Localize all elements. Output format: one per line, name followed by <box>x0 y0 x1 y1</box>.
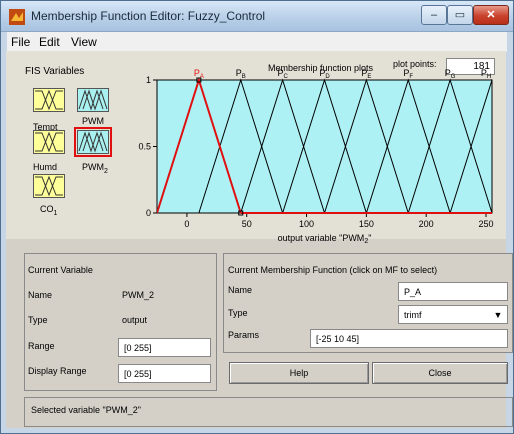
mf-label-PC: PC <box>277 68 288 80</box>
close-button[interactable]: Close <box>372 362 508 384</box>
mf-label-PG: PG <box>445 68 456 80</box>
y-tick-label: 0 <box>146 208 151 218</box>
mf-label-PB: PB <box>236 68 246 80</box>
var-name-label: Name <box>28 290 53 300</box>
mf-params-label: Params <box>228 330 260 340</box>
mf-name-label: Name <box>228 285 253 295</box>
mf-params-input[interactable]: [-25 10 45] <box>310 329 508 348</box>
y-tick-label: 0.5 <box>138 142 151 152</box>
x-tick-label: 0 <box>184 219 189 229</box>
y-tick-label: 1 <box>146 75 151 85</box>
x-tick-label: 50 <box>242 219 252 229</box>
x-tick-label: 150 <box>359 219 374 229</box>
var-range-label: Range <box>28 341 55 351</box>
plot-area <box>156 79 493 214</box>
membership-function-plot[interactable]: 0 0.5 1 0 50 100 150 200 250 output variable "PWM… <box>0 0 514 250</box>
mf-type-label: Type <box>228 308 248 318</box>
var-name-value: PWM_2 <box>122 290 155 300</box>
mf-name-input[interactable]: P_A <box>398 282 508 301</box>
current-variable-title: Current Variable <box>28 265 93 275</box>
mf-label-PF: PF <box>403 68 413 80</box>
status-text: Selected variable "PWM_2" <box>31 405 141 415</box>
var-type-value: output <box>122 315 148 325</box>
mf-type-value: trimf <box>404 310 422 320</box>
x-tick-label: 250 <box>479 219 494 229</box>
mf-label-PH: PH <box>481 68 491 80</box>
dropdown-arrow-icon[interactable]: ▼ <box>491 308 505 322</box>
help-button[interactable]: Help <box>229 362 369 384</box>
x-axis-label: output variable "PWM2" <box>278 233 372 245</box>
x-tick-label: 200 <box>419 219 434 229</box>
x-tick-label: 100 <box>299 219 314 229</box>
status-bar: Selected variable "PWM_2" <box>24 397 513 427</box>
mf-label-PE: PE <box>361 68 371 80</box>
current-mf-title: Current Membership Function (click on MF… <box>228 265 438 275</box>
var-type-label: Type <box>28 315 48 325</box>
var-range-input[interactable]: [0 255] <box>118 338 211 357</box>
var-display-range-input[interactable]: [0 255] <box>118 364 211 383</box>
var-display-range-label: Display Range <box>28 366 87 376</box>
mf-label-PD: PD <box>319 68 330 80</box>
mf-type-select[interactable]: trimf ▼ <box>398 305 508 324</box>
